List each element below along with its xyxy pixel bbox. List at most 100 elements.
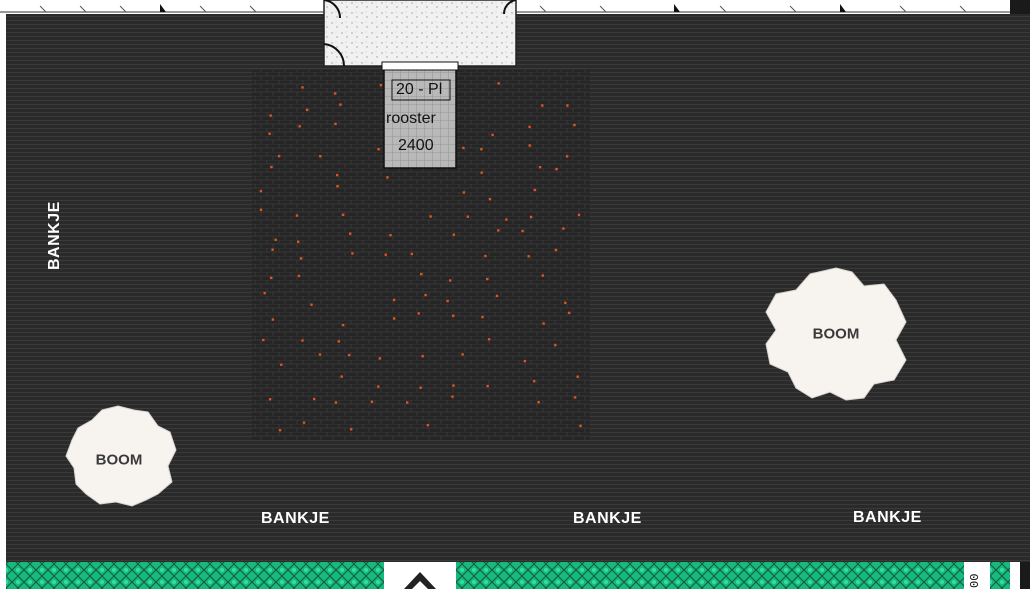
paving-dot	[419, 386, 422, 389]
paving-dot	[384, 253, 387, 256]
grate-label-line3: 2400	[398, 137, 434, 154]
hedge-end-inner	[990, 562, 1010, 589]
paving-dot	[564, 301, 567, 304]
paving-dot	[393, 317, 396, 320]
paving-dot	[484, 254, 487, 258]
paving-dot	[274, 238, 277, 241]
paving-dot	[269, 114, 272, 117]
paving-dot	[446, 299, 449, 303]
paving-dot	[417, 312, 420, 315]
paving-dot	[337, 340, 340, 343]
paving-dot	[334, 92, 337, 95]
hedge-left	[6, 562, 384, 589]
tree-right-label: BOOM	[812, 325, 860, 343]
paving-dot	[554, 248, 558, 252]
paving-dot	[269, 276, 273, 280]
paving-dot	[377, 148, 380, 151]
paving-dot	[421, 355, 424, 358]
paving-dot	[495, 294, 499, 298]
paving-dot	[340, 375, 343, 378]
paving-dot	[351, 252, 354, 255]
paving-dot	[497, 229, 500, 232]
site-plan	[0, 0, 1030, 589]
paving-dot	[295, 214, 299, 217]
paving-dot	[554, 343, 557, 347]
paving-dot	[505, 218, 508, 221]
paving-dot	[259, 190, 263, 193]
paving-dot	[452, 233, 455, 236]
paving-dot	[579, 424, 582, 428]
tree-left-label: BOOM	[95, 451, 143, 469]
paving-dot	[541, 274, 544, 277]
paving-dot	[263, 291, 266, 295]
paving-dot	[452, 384, 455, 387]
paving-dot	[426, 424, 430, 427]
paving-dot	[299, 257, 303, 260]
paving-dot	[370, 400, 374, 403]
paving-dot	[521, 229, 524, 233]
paving-dot	[336, 173, 339, 177]
bench-bottom-label-2: BANKJE	[573, 510, 642, 527]
paving-dot	[449, 279, 452, 282]
grate-label-line2: rooster	[386, 110, 436, 127]
paving-dot	[487, 338, 491, 341]
paving-dot	[301, 86, 304, 89]
paving-dot	[310, 303, 313, 306]
paving-dot	[537, 401, 540, 404]
paving-dot	[297, 240, 300, 243]
paving-dot	[488, 198, 492, 201]
paving-dot	[389, 234, 392, 237]
paving-dot	[486, 277, 489, 281]
grate-label-line1: 20 - Pl	[396, 81, 443, 98]
paving-dot	[452, 314, 455, 317]
paving-dot	[270, 165, 273, 169]
paving-dot	[424, 293, 427, 297]
paving-dot	[386, 176, 389, 179]
paving-dot	[298, 125, 301, 128]
paving-dot	[280, 363, 283, 366]
paving-dot	[573, 396, 577, 399]
paving-dot	[528, 125, 531, 129]
paving-dot	[348, 353, 351, 357]
paving-dot	[278, 429, 282, 432]
paving-dot	[341, 323, 345, 327]
paving-dot	[319, 155, 322, 158]
paving-dot	[262, 338, 265, 342]
bench-left-label: BANKJE	[46, 201, 63, 270]
paving-dot	[271, 248, 274, 251]
paving-dot	[277, 155, 281, 158]
bottom-code-label: 00	[968, 573, 982, 588]
paving-dot	[462, 191, 466, 194]
paving-dot	[336, 185, 339, 188]
paving-dot	[577, 213, 581, 216]
paving-dot	[334, 122, 337, 126]
paving-dot	[379, 84, 383, 87]
paving-dot	[429, 215, 432, 218]
paving-dot	[497, 82, 500, 85]
paving-dot	[268, 398, 272, 401]
paving-dot	[349, 232, 352, 235]
paving-dot	[305, 108, 309, 112]
paving-dot	[538, 166, 542, 169]
paving-dot	[462, 146, 465, 150]
paving-dot	[420, 272, 423, 276]
paving-dot	[297, 274, 301, 278]
paving-dot	[341, 213, 345, 216]
paving-dot	[313, 397, 316, 401]
paving-dot	[451, 395, 454, 398]
paving-dot	[392, 298, 396, 302]
paving-dot	[466, 215, 469, 218]
paving-dot	[334, 401, 338, 404]
paving-dot	[350, 428, 353, 431]
paving-dot	[573, 123, 576, 127]
paving-dot	[318, 353, 322, 356]
paving-dot	[566, 104, 569, 107]
paving-dot	[339, 103, 342, 106]
paving-dot	[377, 385, 380, 388]
top-right-block	[1010, 0, 1030, 14]
hedge-right	[456, 562, 964, 589]
doorway-area	[323, 0, 517, 67]
paving-dot	[555, 167, 558, 171]
paving-dot	[480, 171, 483, 174]
paving-dot	[541, 104, 544, 107]
